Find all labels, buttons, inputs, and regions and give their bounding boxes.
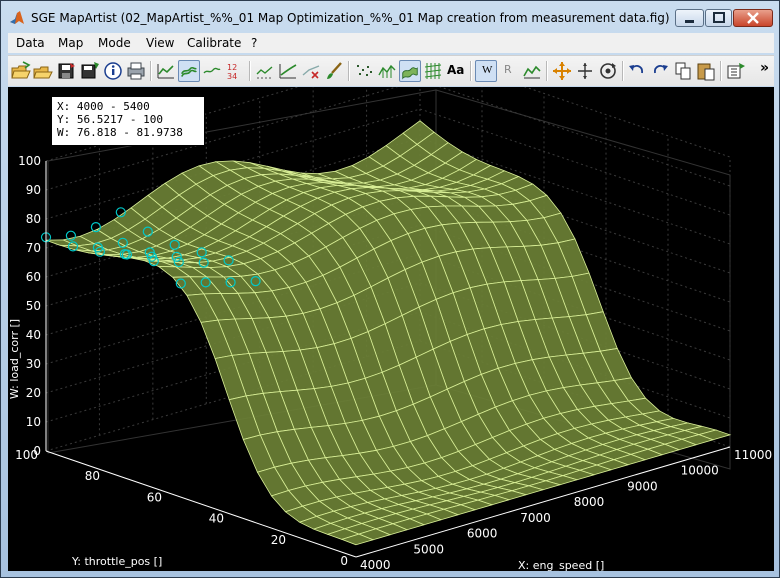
menu-map[interactable]: Map: [58, 36, 83, 50]
open-file-icon[interactable]: [32, 60, 54, 82]
undo-icon[interactable]: [626, 60, 648, 82]
toolbar-separator: [249, 61, 251, 81]
save-as-icon[interactable]: [79, 60, 101, 82]
x-tick-label: 7000: [520, 511, 551, 525]
table-bottom-text: 34: [227, 72, 237, 81]
menu-calibrate[interactable]: Calibrate: [187, 36, 241, 50]
export-icon[interactable]: [725, 60, 747, 82]
surface-plot-area[interactable]: 4000 5000 6000 7000 8000 9000 10000 11000 0 20 40 6…: [8, 87, 774, 571]
range-y: Y: 56.5217 - 100: [57, 113, 163, 126]
range-x: X: 4000 - 5400: [57, 100, 150, 113]
x-tick-label: 9000: [627, 479, 658, 493]
surface-icon[interactable]: [399, 60, 421, 82]
wireframe-icon[interactable]: [376, 60, 398, 82]
z-tick-label: 50: [26, 299, 41, 313]
menu-mode[interactable]: Mode: [98, 36, 131, 50]
window-title: SGE MapArtist (02_MapArtist_%%_01 Map Op…: [31, 11, 670, 25]
x-tick-label: 4000: [360, 558, 391, 571]
x-axis-label: X: eng_speed []: [518, 559, 604, 571]
range-w: W: 76.818 - 81.9738: [57, 126, 183, 139]
minimize-icon: [685, 20, 694, 23]
z-tick-label: 80: [26, 212, 41, 226]
scatter-points-icon[interactable]: [353, 60, 375, 82]
paste-icon[interactable]: [695, 60, 717, 82]
x-tick-label: 11000: [734, 448, 772, 462]
toolbar-separator: [720, 61, 722, 81]
w-axis-button[interactable]: W: [475, 60, 497, 82]
toolbar-separator: [546, 61, 548, 81]
edit-curve-icon[interactable]: [254, 60, 276, 82]
z-tick-label: 0: [33, 444, 41, 458]
minimize-button[interactable]: [675, 9, 704, 27]
rotate-icon[interactable]: [597, 60, 619, 82]
toolbar-separator: [348, 61, 350, 81]
y-tick-label: 40: [209, 512, 224, 526]
z-tick-label: 100: [18, 154, 41, 168]
clear-curve-icon[interactable]: [300, 60, 322, 82]
maximize-icon: [713, 12, 725, 23]
menu-view[interactable]: View: [146, 36, 174, 50]
z-axis-label: W: load_corr []: [8, 319, 21, 399]
app-window: SGE MapArtist (02_MapArtist_%%_01 Map Op…: [0, 0, 780, 578]
contour-plot-icon[interactable]: [201, 60, 223, 82]
open-folder-icon[interactable]: [10, 60, 32, 82]
surface-chart[interactable]: 4000 5000 6000 7000 8000 9000 10000 11000 0 20 40 6…: [8, 87, 774, 571]
copy-icon[interactable]: [672, 60, 694, 82]
toolbar-separator: [470, 61, 472, 81]
y-axis-label: Y: throttle_pos []: [71, 555, 162, 568]
y-tick-label: 60: [147, 490, 162, 504]
table-view-icon[interactable]: 12 34: [224, 60, 246, 82]
toolbar-separator: [150, 61, 152, 81]
table-top-text: 12: [227, 63, 237, 72]
title-bar: SGE MapArtist (02_MapArtist_%%_01 Map Op…: [1, 1, 779, 33]
r-axis-button[interactable]: R: [498, 60, 520, 82]
selection-range-box: X: 4000 - 5400 Y: 56.5217 - 100 W: 76.81…: [51, 96, 205, 146]
y-tick-label: 20: [271, 533, 286, 547]
x-tick-label: 10000: [681, 464, 719, 478]
mesh-icon[interactable]: [422, 60, 444, 82]
z-tick-label: 20: [26, 386, 41, 400]
toolbar-separator: [622, 61, 624, 81]
z-tick-label: 30: [26, 357, 41, 371]
line-plot-icon[interactable]: [155, 60, 177, 82]
z-tick-label: 70: [26, 241, 41, 255]
map-check-icon[interactable]: [521, 60, 543, 82]
z-tick-label: 40: [26, 328, 41, 342]
matlab-app-icon: [10, 11, 24, 24]
y-tick-label: 0: [340, 554, 348, 568]
z-tick-label: 10: [26, 415, 41, 429]
z-tick-label: 90: [26, 183, 41, 197]
select-move-icon[interactable]: [551, 60, 573, 82]
maximize-button[interactable]: [705, 9, 732, 27]
expand-icon[interactable]: [574, 60, 596, 82]
x-tick-label: 6000: [467, 527, 498, 541]
toolbar: 12 34 Aa W R »: [8, 55, 774, 86]
menu-bar: Data Map Mode View Calibrate ?: [8, 33, 774, 53]
surface-plot-icon[interactable]: [178, 60, 200, 82]
close-icon: [747, 12, 759, 24]
font-icon[interactable]: Aa: [445, 60, 467, 82]
save-icon[interactable]: [56, 60, 78, 82]
print-icon[interactable]: [125, 60, 147, 82]
info-icon[interactable]: [102, 60, 124, 82]
overflow-chevron-icon[interactable]: »: [756, 60, 778, 82]
redo-icon[interactable]: [649, 60, 671, 82]
close-button[interactable]: [733, 9, 773, 27]
x-tick-label: 8000: [574, 495, 605, 509]
z-tick-label: 60: [26, 270, 41, 284]
menu-help[interactable]: ?: [251, 36, 257, 50]
brush-icon[interactable]: [323, 60, 345, 82]
y-tick-label: 80: [85, 469, 100, 483]
menu-data[interactable]: Data: [16, 36, 45, 50]
x-tick-label: 5000: [413, 542, 444, 556]
smooth-curve-icon[interactable]: [277, 60, 299, 82]
